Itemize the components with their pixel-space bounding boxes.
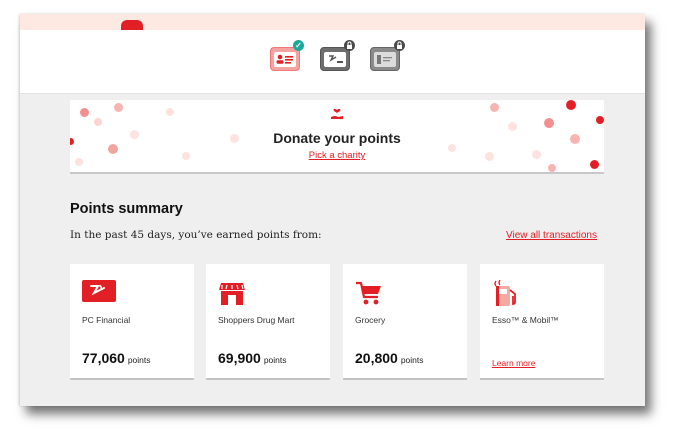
tile-points: 77,060 points — [82, 350, 151, 368]
points-tile-shoppers: Shoppers Drug Mart 69,900 points — [206, 264, 330, 380]
gas-pump-icon — [492, 279, 520, 313]
shoppers-card-icon — [374, 51, 396, 67]
lock-icon — [394, 40, 405, 51]
lock-icon — [344, 40, 355, 51]
points-summary-title: Points summary — [70, 201, 183, 217]
points-unit: points — [263, 355, 287, 365]
header-red-tab — [121, 20, 143, 30]
check-icon: ✓ — [293, 40, 304, 51]
tile-name: Shoppers Drug Mart — [218, 315, 295, 325]
tile-name: Grocery — [355, 315, 386, 325]
top-strip — [20, 14, 645, 30]
points-tile-esso-mobil: Esso™ & Mobil™ Learn more — [480, 264, 604, 380]
view-all-transactions-link[interactable]: View all transactions — [506, 230, 597, 241]
tile-points: 69,900 points — [218, 350, 287, 368]
tile-name: PC Financial — [82, 315, 131, 325]
learn-more-link[interactable]: Learn more — [492, 358, 535, 368]
pick-charity-link[interactable]: Pick a charity — [70, 150, 604, 161]
points-summary-subtitle: In the past 45 days, you’ve earned point… — [70, 229, 322, 241]
points-tile-pc-financial: PC Financial 77,060 points — [70, 264, 194, 380]
store-icon — [218, 280, 246, 311]
donate-title: Donate your points — [273, 130, 401, 146]
donate-banner: Donate your points Pick a charity — [70, 100, 604, 174]
points-value: 77,060 — [82, 350, 125, 366]
tile-points: 20,800 points — [355, 350, 424, 368]
points-value: 69,900 — [218, 350, 261, 366]
tile-name: Esso™ & Mobil™ — [492, 315, 559, 325]
points-tile-grocery: Grocery 20,800 points — [343, 264, 467, 380]
heart-hand-icon — [329, 106, 345, 127]
card-selector-bar: ✓ — [20, 30, 645, 94]
id-card-icon — [274, 51, 296, 67]
shopping-cart-icon — [355, 280, 383, 311]
app-window: ✓ Donate your points Pick a charity Poin… — [20, 14, 645, 406]
pc-financial-card-icon — [324, 51, 346, 67]
points-unit: points — [400, 355, 424, 365]
points-unit: points — [127, 355, 151, 365]
points-value: 20,800 — [355, 350, 398, 366]
pc-financial-logo-icon — [82, 280, 116, 307]
